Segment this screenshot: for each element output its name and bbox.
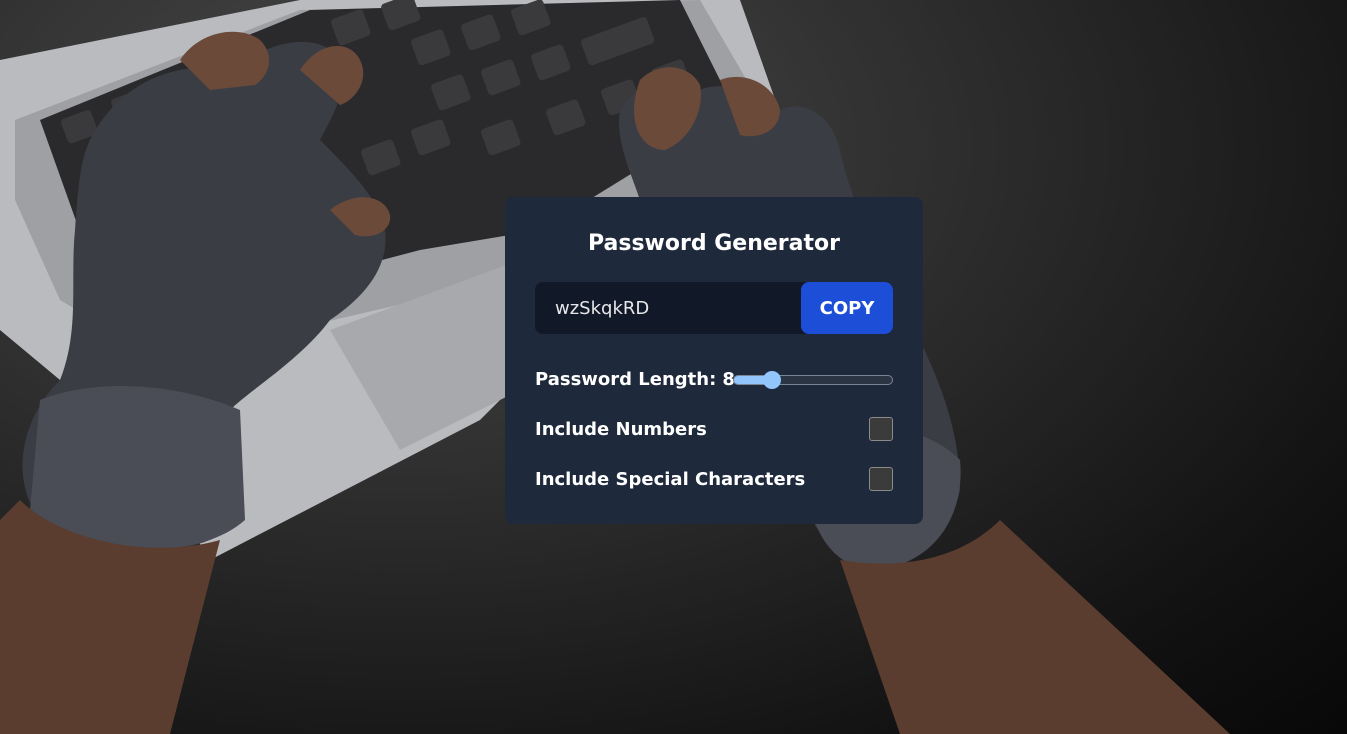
password-generator-card: Password Generator COPY Password Length:… xyxy=(505,197,923,524)
password-length-text: Password Length: xyxy=(535,369,717,390)
include-numbers-checkbox[interactable] xyxy=(869,417,893,441)
copy-button[interactable]: COPY xyxy=(801,282,893,334)
password-length-slider[interactable] xyxy=(733,371,893,389)
slider-thumb[interactable] xyxy=(763,371,781,389)
app-title: Password Generator xyxy=(587,231,840,256)
password-output-field[interactable] xyxy=(535,282,801,334)
include-numbers-row: Include Numbers xyxy=(535,417,893,443)
include-special-label: Include Special Characters xyxy=(535,469,806,490)
include-numbers-label: Include Numbers xyxy=(535,419,707,440)
include-special-row: Include Special Characters xyxy=(535,467,893,493)
password-output-row: COPY xyxy=(535,282,893,334)
password-length-label: Password Length: 8 xyxy=(535,369,735,390)
password-length-row: Password Length: 8 xyxy=(535,367,893,393)
include-special-checkbox[interactable] xyxy=(869,467,893,491)
